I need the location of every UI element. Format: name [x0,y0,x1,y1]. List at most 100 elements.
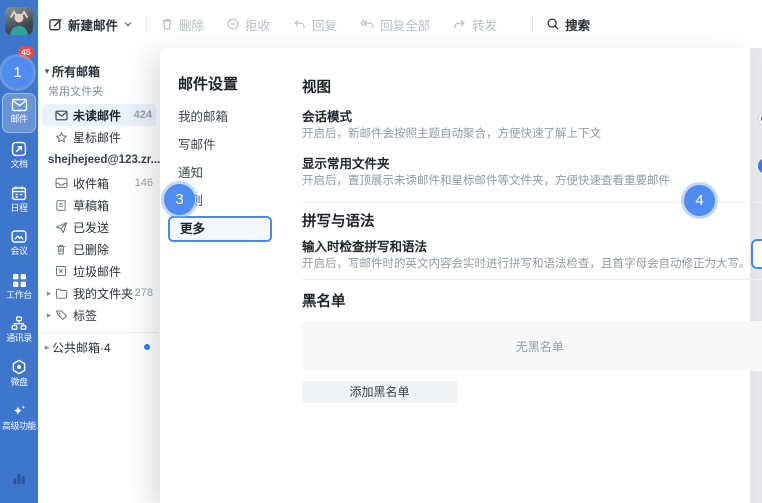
sidebar-item-meeting[interactable]: 会议 [0,229,38,256]
folder-icon [54,288,68,299]
forward-label: 转发 [472,15,497,34]
folder-label: 垃圾邮件 [73,263,121,280]
folder-sent[interactable]: 已发送 [38,216,160,238]
folder-public-mailboxes[interactable]: ▸ 公共邮箱·4 [38,336,160,358]
folder-deleted[interactable]: 已删除 [38,238,160,260]
delete-button[interactable]: 删除 [160,15,204,34]
toolbar-divider [532,17,533,31]
draft-icon [54,199,68,212]
folder-starred[interactable]: 星标邮件 [38,126,160,148]
caret-right-icon: ▸ [44,288,54,299]
settings-menu-item-more-selected[interactable]: 更多 [168,216,272,242]
setting-desc: 开启后，置顶展示未读邮件和星标邮件等文件夹，方便快速查看重要邮件 [302,174,758,188]
caret-right-icon: ▸ [44,310,54,321]
folder-junk[interactable]: 垃圾邮件 [38,260,160,282]
reply-all-button[interactable]: 回复全部 [359,15,430,34]
folder-my-folders[interactable]: ▸ 我的文件夹 278 [38,282,160,304]
folder-count: 146 [135,177,160,189]
settings-menu-item-my-mailbox[interactable]: 我的邮箱 [160,103,280,131]
search-button[interactable]: 搜索 [546,15,590,34]
sidebar-item-contacts[interactable]: 通讯录 [0,316,38,343]
folder-inbox[interactable]: 收件箱 146 [38,172,160,194]
section-title-blacklist: 黑名单 [302,293,762,311]
folder-unread-selected[interactable]: 未读邮件 424 [42,104,156,126]
setting-title: 显示常用文件夹 [302,156,758,172]
star-icon [54,131,68,144]
setting-desc: 开启后，写邮件时的英文内容会实时进行拼写和语法检查，且首字母会自动修正为大写。 [302,257,751,271]
setting-desc: 开启后，新邮件会按照主题自动聚合，方便快速了解上下文 [302,127,758,141]
folder-label: 公共邮箱·4 [52,339,111,356]
app-rail: 45 1 邮件 文档 日程 会议 工作台 通讯录 微盘 高级功能 [0,0,38,503]
folder-label: 标签 [73,307,97,324]
caret-down-icon: ▾ [42,66,52,77]
settings-menu-item-compose[interactable]: 写邮件 [160,131,280,159]
common-folders-group-label: 常用文件夹 [38,82,160,102]
setting-row-spellcheck: 输入时检查拼写和语法 开启后，写邮件时的英文内容会实时进行拼写和语法检查，且首字… [302,239,762,271]
reject-button[interactable]: 拒收 [226,15,270,34]
search-icon [546,17,560,31]
toolbar-divider [146,17,147,31]
reply-button[interactable]: 回复 [292,15,337,34]
sidebar-item-advanced[interactable]: 高级功能 [0,403,38,431]
reply-label: 回复 [312,15,337,34]
avatar-person-icon [5,7,33,35]
conversation-mode-toggle[interactable] [758,111,762,127]
section-divider [302,279,762,280]
compose-icon [48,17,63,32]
folder-label: 我的文件夹 [73,285,133,302]
sidebar-item-calendar[interactable]: 日程 [0,185,38,213]
sidebar-item-mail[interactable]: 邮件 [0,98,38,124]
blacklist-empty-state: 无黑名单 [302,321,762,371]
notification-dot [144,344,150,350]
settings-menu-title: 邮件设置 [178,75,280,95]
search-label: 搜索 [565,15,590,34]
section-title-view: 视图 [302,79,762,97]
common-folders-toggle[interactable] [758,158,762,174]
reply-all-icon [359,17,375,31]
folder-label: 星标邮件 [73,129,121,146]
folder-drafts[interactable]: 草稿箱 [38,194,160,216]
junk-icon [54,265,68,277]
doc-share-icon [11,141,27,157]
folder-label: 已删除 [73,241,109,258]
folder-all-mailboxes[interactable]: ▾ 所有邮箱 [38,60,160,82]
mail-settings-modal: 邮件设置 我的邮箱 写邮件 通知 规则 更多 3 × 视图 会话模式 开启后，新… [160,48,750,503]
reject-label: 拒收 [245,15,270,34]
trash-icon [160,17,174,31]
annotation-step-1: 1 [2,57,33,88]
stats-bars-icon [11,470,27,485]
block-icon [226,17,240,31]
workbench-grid-icon [12,273,27,288]
reply-icon [292,17,307,31]
folder-panel: ▾ 所有邮箱 常用文件夹 未读邮件 424 星标邮件 shejhejeed@12… [38,48,160,503]
section-title-spelling: 拼写与语法 [302,213,762,231]
add-blacklist-button[interactable]: 添加黑名单 [302,381,457,403]
forward-icon [452,17,467,31]
setting-row-conversation-mode: 会话模式 开启后，新邮件会按照主题自动聚合，方便快速了解上下文 [302,109,762,141]
folder-label: 收件箱 [73,175,109,192]
folder-label: 未读邮件 [73,107,121,124]
settings-menu: 邮件设置 我的邮箱 写邮件 通知 规则 更多 3 [160,48,280,503]
tag-icon [54,309,68,321]
spellcheck-toggle-highlight-box [751,239,762,269]
settings-content: × 视图 会话模式 开启后，新邮件会按照主题自动聚合，方便快速了解上下文 显示常… [280,48,762,503]
advanced-sparkle-icon [11,403,27,419]
folder-label: 所有邮箱 [52,63,100,80]
sidebar-item-workbench[interactable]: 工作台 [0,273,38,300]
compose-label: 新建邮件 [68,15,118,34]
avatar[interactable] [5,7,33,35]
folder-tags[interactable]: ▸ 标签 [38,304,160,326]
account-address[interactable]: shejhejeed@123.zr... [38,148,160,172]
chevron-down-icon [123,19,133,29]
sidebar-item-docs[interactable]: 文档 [0,141,38,169]
send-icon [54,221,68,234]
rail-stats-icon-item[interactable] [0,470,38,485]
forward-button[interactable]: 转发 [452,15,497,34]
caret-right-icon: ▸ [42,342,52,353]
inbox-icon [54,177,68,189]
setting-row-common-folders: 显示常用文件夹 开启后，置顶展示未读邮件和星标邮件等文件夹，方便快速查看重要邮件 [302,156,762,188]
sidebar-item-drive[interactable]: 微盘 [0,359,38,387]
compose-button[interactable]: 新建邮件 [48,15,133,34]
folder-count: 278 [135,287,160,299]
settings-menu-item-notifications[interactable]: 通知 [160,159,280,187]
